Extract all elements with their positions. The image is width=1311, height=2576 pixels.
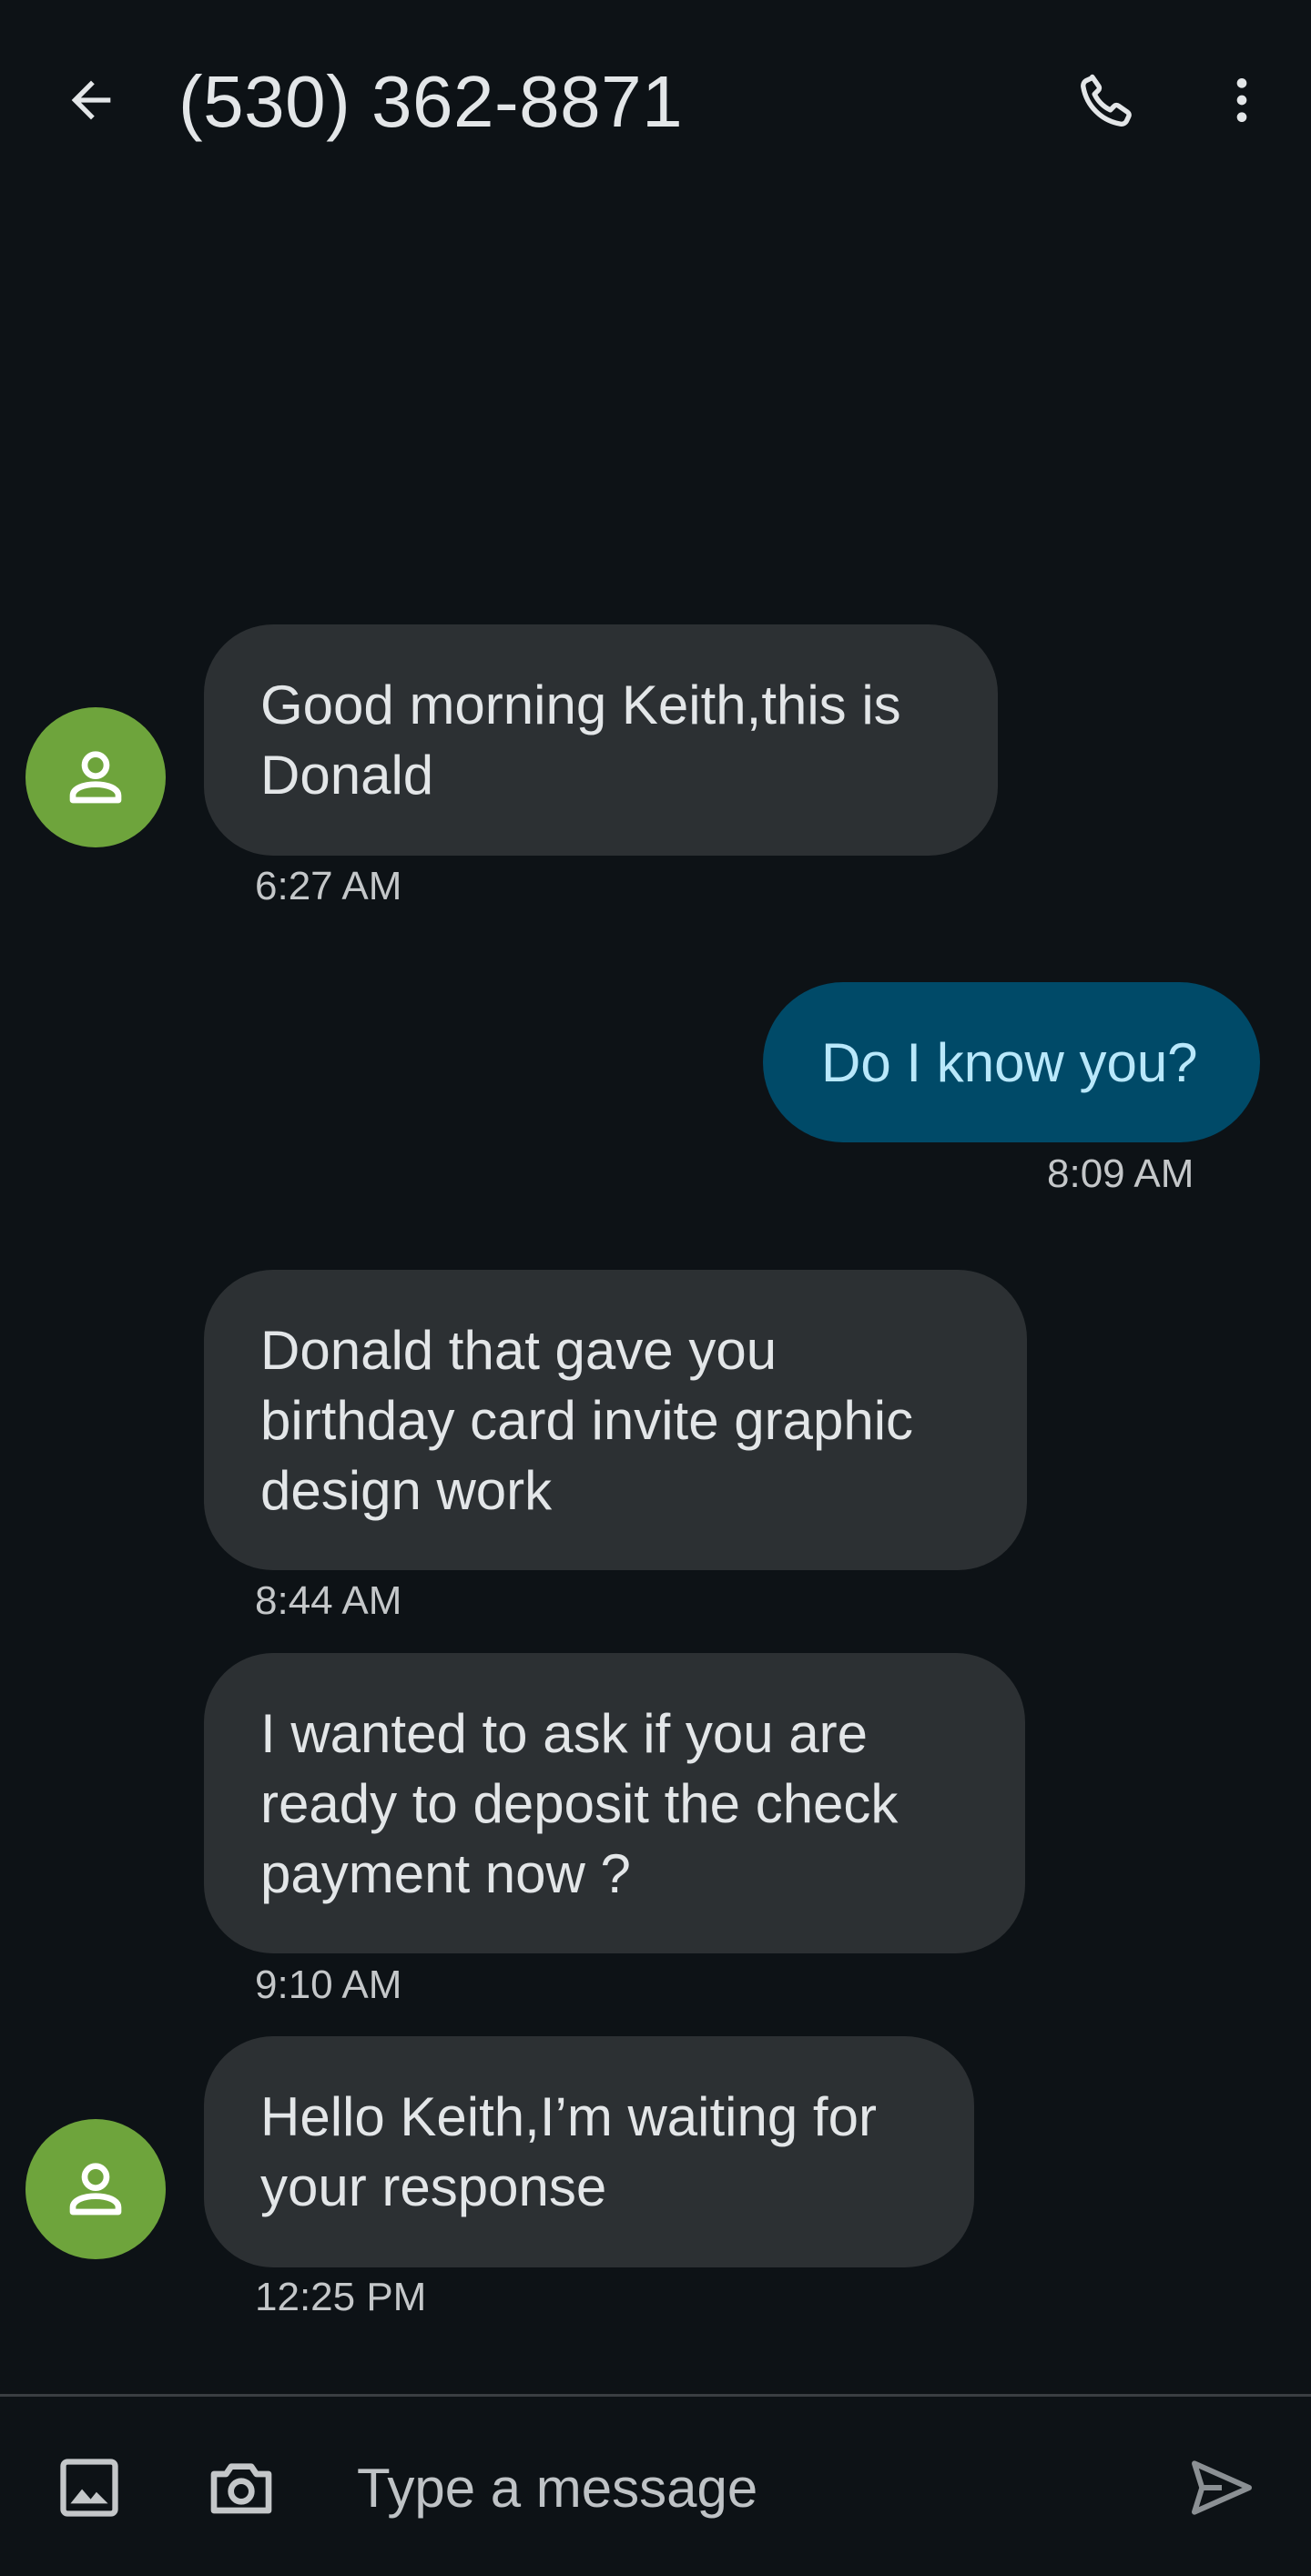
incoming-message-bubble[interactable]: Good morning Keith,this is Donald [204, 624, 998, 856]
camera-icon [210, 2463, 272, 2514]
person-icon [69, 751, 122, 804]
person-icon [69, 2163, 122, 2216]
more-options-button[interactable] [1198, 56, 1286, 144]
incoming-message-bubble[interactable]: Donald that gave you birthday card invit… [204, 1270, 1027, 1570]
call-button[interactable] [1063, 56, 1151, 144]
message-input[interactable] [357, 2442, 1140, 2533]
send-button[interactable] [1176, 2442, 1267, 2533]
message-text: Donald that gave you birthday card invit… [260, 1320, 914, 1521]
message-timestamp: 8:44 AM [255, 1578, 402, 1623]
incoming-message-bubble[interactable]: Hello Keith,I’m waiting for your respons… [204, 2036, 974, 2267]
camera-button[interactable] [196, 2442, 287, 2533]
message-text: Good morning Keith,this is Donald [260, 674, 901, 806]
contact-avatar[interactable] [25, 707, 166, 847]
back-button[interactable] [47, 56, 135, 144]
contact-title: (530) 362-8871 [178, 61, 684, 142]
arrow-back-icon [71, 80, 111, 120]
message-composer [0, 2397, 1311, 2576]
message-text: Hello Keith,I’m waiting for your respons… [260, 2086, 877, 2217]
incoming-message-bubble[interactable]: I wanted to ask if you are ready to depo… [204, 1653, 1025, 1953]
image-icon [60, 2459, 118, 2517]
contact-avatar[interactable] [25, 2119, 166, 2259]
more-vert-icon [1236, 78, 1247, 122]
message-text: Do I know you? [821, 1031, 1198, 1093]
message-timestamp: 12:25 PM [255, 2275, 427, 2319]
phone-icon [1081, 74, 1132, 127]
gallery-button[interactable] [44, 2442, 135, 2533]
message-timestamp: 6:27 AM [255, 864, 402, 908]
outgoing-message-bubble[interactable]: Do I know you? [763, 982, 1260, 1142]
message-text: I wanted to ask if you are ready to depo… [260, 1703, 899, 1904]
message-timestamp: 8:09 AM [1047, 1151, 1194, 1196]
message-timestamp: 9:10 AM [255, 1962, 402, 2007]
send-icon [1192, 2460, 1252, 2515]
app-bar: (530) 362-8871 [0, 0, 1311, 204]
